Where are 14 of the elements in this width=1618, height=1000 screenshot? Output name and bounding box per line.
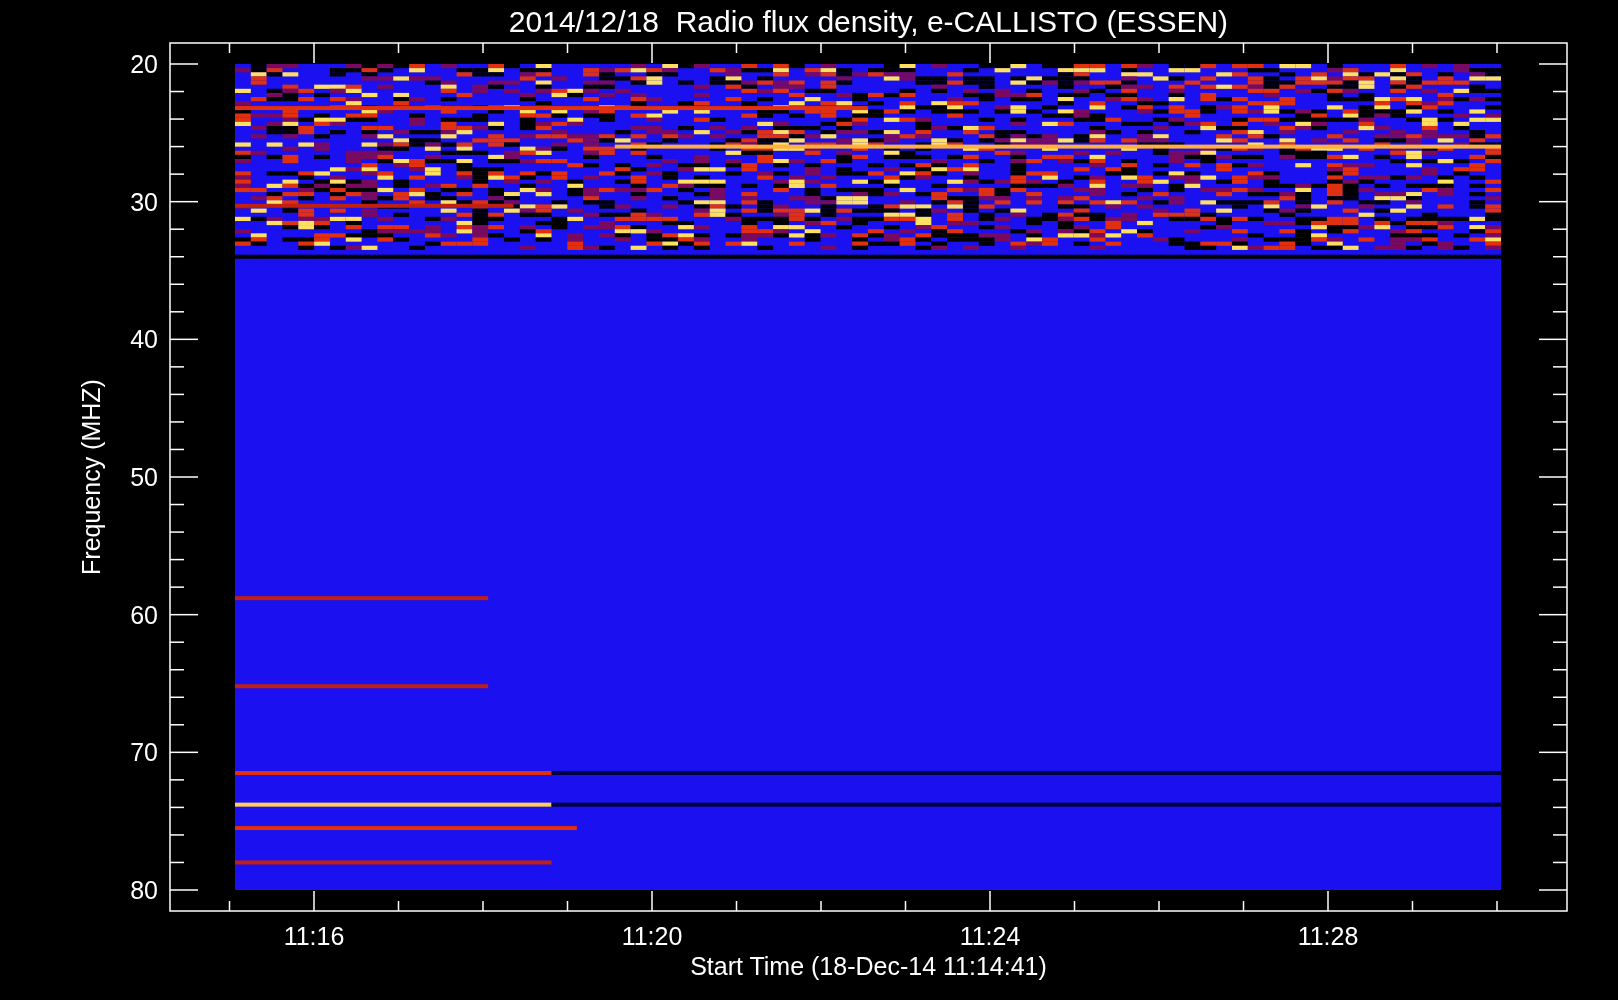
x-tick-label: 11:24: [959, 922, 1021, 950]
y-tick-label: 20: [130, 50, 158, 78]
y-tick-label: 50: [130, 463, 158, 491]
x-tick-label: 11:20: [621, 922, 683, 950]
x-axis-label: Start Time (18-Dec-14 11:14:41): [690, 952, 1047, 980]
y-tick-label: 60: [130, 600, 158, 629]
y-tick-label: 40: [130, 325, 158, 354]
y-tick-label: 70: [130, 738, 158, 767]
x-tick-label: 11:28: [1297, 922, 1359, 950]
y-axis-label: Frequency (MHZ): [77, 379, 105, 575]
y-tick-label: 80: [130, 876, 158, 904]
y-tick-label: 30: [130, 187, 158, 216]
chart-title: 2014/12/18 Radio flux density, e-CALLISTO (ESSEN): [508, 5, 1229, 38]
x-tick-label: 11:16: [283, 922, 345, 950]
